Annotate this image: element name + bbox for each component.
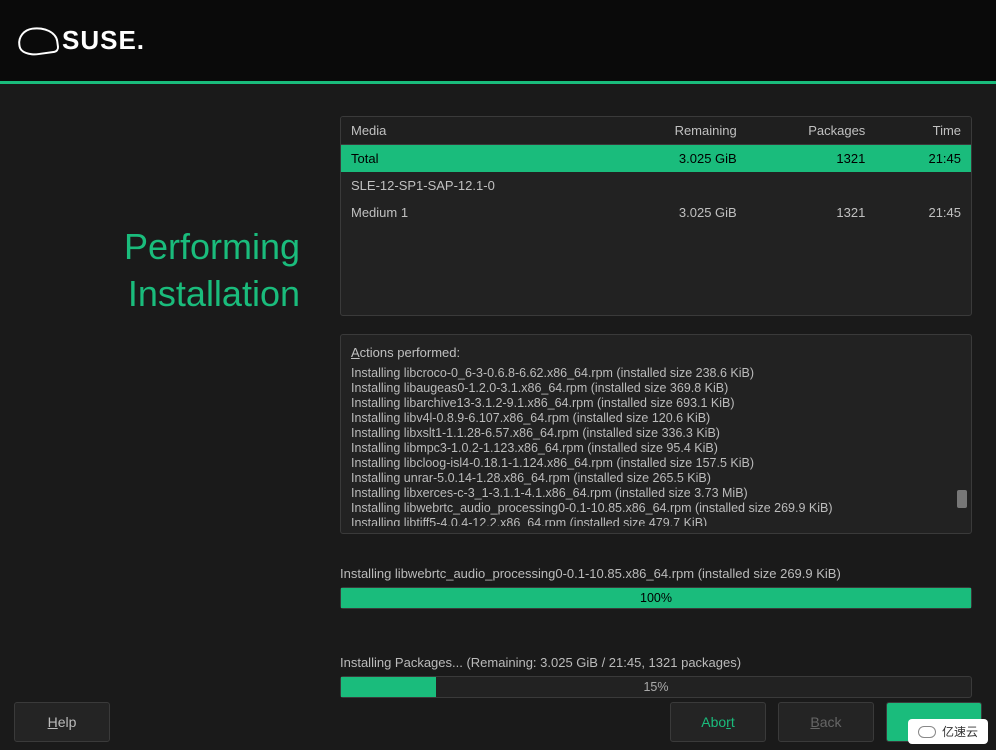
actions-label: Actions performed: <box>351 345 965 360</box>
cell-remaining <box>587 178 737 193</box>
log-line: Installing libxslt1-1.1.28-6.57.x86_64.r… <box>351 426 965 441</box>
media-table: Media Remaining Packages Time Total 3.02… <box>340 116 972 316</box>
media-table-header[interactable]: Media Remaining Packages Time <box>341 117 971 145</box>
log-line: Installing libcroco-0_6-3-0.6.8-6.62.x86… <box>351 366 965 381</box>
left-panel: Performing Installation <box>0 84 340 744</box>
abort-button[interactable]: Abort <box>670 702 766 742</box>
cloud-icon <box>918 726 936 738</box>
help-accel: H <box>48 714 58 730</box>
cell-remaining: 3.025 GiB <box>587 205 737 220</box>
log-line: Installing libxerces-c-3_1-3.1.1-4.1.x86… <box>351 486 965 501</box>
log-line: Installing unrar-5.0.14-1.28.x86_64.rpm … <box>351 471 965 486</box>
log-line: Installing libtiff5-4.0.4-12.2.x86_64.rp… <box>351 516 965 526</box>
log-line: Installing libmpc3-1.0.2-1.123.x86_64.rp… <box>351 441 965 456</box>
cell-packages <box>737 178 876 193</box>
overall-progress: Installing Packages... (Remaining: 3.025… <box>340 655 972 698</box>
main-content: Performing Installation Media Remaining … <box>0 84 996 744</box>
right-panel: Media Remaining Packages Time Total 3.02… <box>340 84 996 744</box>
current-package-label: Installing libwebrtc_audio_processing0-0… <box>340 566 972 581</box>
abort-pre: Abo <box>701 714 726 730</box>
current-package-progress: Installing libwebrtc_audio_processing0-0… <box>340 566 972 609</box>
actions-log[interactable]: Installing libcroco-0_6-3-0.6.8-6.62.x86… <box>351 366 965 526</box>
footer-bar: Help Abort Back <box>0 694 996 750</box>
back-accel: B <box>810 714 819 730</box>
help-button[interactable]: Help <box>14 702 110 742</box>
col-header-media[interactable]: Media <box>351 123 587 138</box>
cell-time: 21:45 <box>875 151 961 166</box>
log-line: Installing libv4l-0.8.9-6.107.x86_64.rpm… <box>351 411 965 426</box>
table-row[interactable]: Total 3.025 GiB 1321 21:45 <box>341 145 971 172</box>
page-title-line2: Installation <box>128 273 300 314</box>
page-title-line1: Performing <box>124 226 300 267</box>
actions-label-rest: ctions performed: <box>360 345 460 360</box>
col-header-time[interactable]: Time <box>875 123 961 138</box>
current-progressbar: 100% <box>340 587 972 609</box>
cell-packages: 1321 <box>737 151 876 166</box>
log-line: Installing libaugeas0-1.2.0-3.1.x86_64.r… <box>351 381 965 396</box>
help-rest: elp <box>58 714 77 730</box>
col-header-remaining[interactable]: Remaining <box>587 123 737 138</box>
watermark: 亿速云 <box>908 719 988 744</box>
cell-media: Medium 1 <box>351 205 587 220</box>
actions-label-accel: A <box>351 345 360 360</box>
page-title: Performing Installation <box>0 224 300 318</box>
cell-remaining: 3.025 GiB <box>587 151 737 166</box>
log-line: Installing libwebrtc_audio_processing0-0… <box>351 501 965 516</box>
brand-text: SUSE. <box>62 25 145 56</box>
current-progress-text: 100% <box>341 588 971 608</box>
log-line: Installing libarchive13-3.1.2-9.1.x86_64… <box>351 396 965 411</box>
table-row[interactable]: SLE-12-SP1-SAP-12.1-0 <box>341 172 971 199</box>
header-bar: SUSE. <box>0 0 996 84</box>
cell-time: 21:45 <box>875 205 961 220</box>
cell-media: Total <box>351 151 587 166</box>
overall-progress-label: Installing Packages... (Remaining: 3.025… <box>340 655 972 670</box>
log-line: Installing libcloog-isl4-0.18.1-1.124.x8… <box>351 456 965 471</box>
suse-chameleon-icon <box>16 24 60 57</box>
back-rest: ack <box>820 714 842 730</box>
cell-media: SLE-12-SP1-SAP-12.1-0 <box>351 178 587 193</box>
table-row[interactable]: Medium 1 3.025 GiB 1321 21:45 <box>341 199 971 226</box>
cell-time <box>875 178 961 193</box>
watermark-text: 亿速云 <box>942 723 978 740</box>
cell-packages: 1321 <box>737 205 876 220</box>
brand-logo: SUSE. <box>18 25 145 56</box>
col-header-packages[interactable]: Packages <box>737 123 876 138</box>
actions-frame: Actions performed: Installing libcroco-0… <box>340 334 972 534</box>
scrollbar-thumb[interactable] <box>957 490 967 508</box>
back-button: Back <box>778 702 874 742</box>
abort-post: t <box>731 714 735 730</box>
